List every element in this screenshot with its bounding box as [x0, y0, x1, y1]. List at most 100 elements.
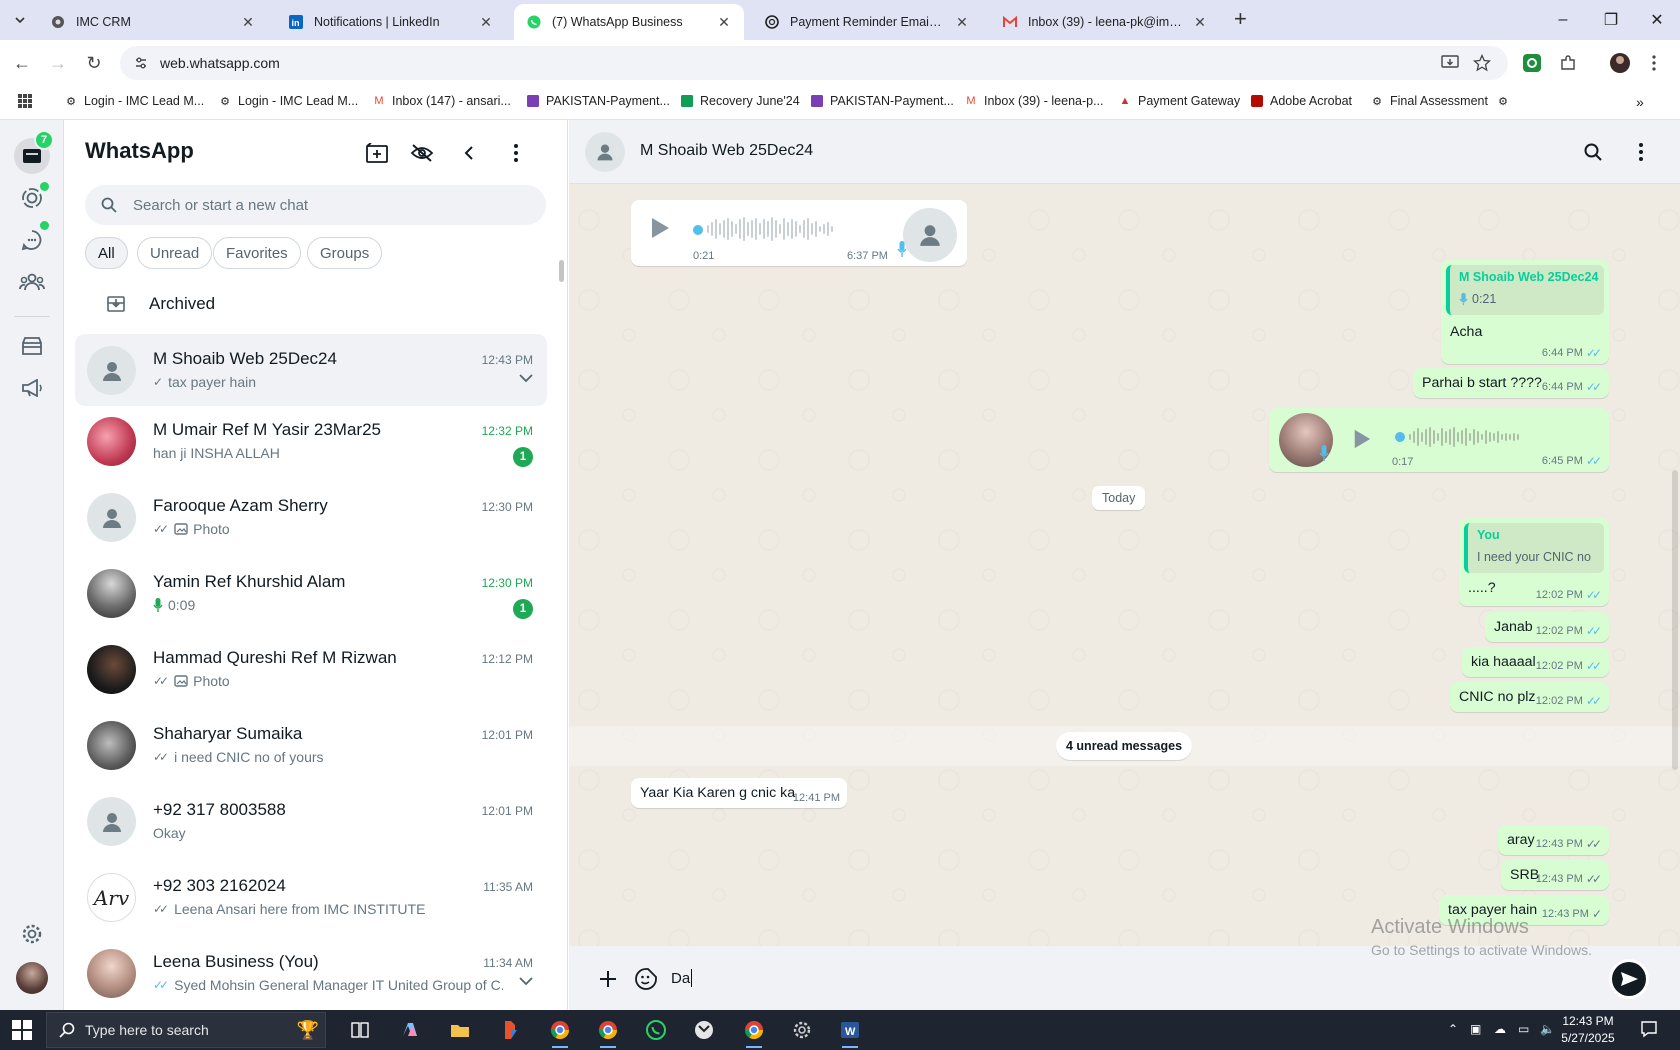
search-in-chat-icon[interactable]	[1581, 140, 1605, 164]
minimize-button[interactable]: –	[1540, 0, 1586, 40]
chat-row-92-317[interactable]: +92 317 8003588 12:01 PM Okay	[75, 785, 547, 857]
playback-knob[interactable]	[1395, 432, 1405, 442]
send-button[interactable]	[1609, 959, 1649, 999]
bookmark-item[interactable]: ⚙	[1496, 94, 1510, 108]
conversation-header[interactable]: M Shoaib Web 25Dec24	[569, 120, 1680, 184]
settings-nav-button[interactable]	[16, 918, 48, 950]
chrome-taskbar-icon[interactable]	[594, 1016, 622, 1048]
install-app-icon[interactable]	[1438, 51, 1462, 75]
communities-nav-button[interactable]	[16, 266, 48, 298]
default-avatar-icon[interactable]	[585, 132, 625, 172]
profile-avatar[interactable]	[16, 962, 48, 994]
copilot-icon[interactable]	[396, 1016, 424, 1044]
chat-row-yamin[interactable]: Yamin Ref Khurshid Alam 12:30 PM 0:09 1	[75, 557, 547, 629]
menu-button[interactable]	[503, 140, 529, 166]
bookmark-item[interactable]: ⚙ Login - IMC Lead M...	[218, 94, 358, 108]
back-button[interactable]: ←	[10, 51, 34, 75]
chat-row-92-303[interactable]: Arv +92 303 2162024 11:35 AM ✓✓ Leena Ans…	[75, 861, 547, 933]
chat-row-m-umair[interactable]: M Umair Ref M Yasir 23Mar25 12:32 PM han…	[75, 405, 547, 477]
bookmark-item[interactable]: PAKISTAN-Payment...	[526, 94, 670, 108]
close-tab-icon[interactable]: ✕	[954, 14, 970, 31]
chat-row-m-shoaib[interactable]: M Shoaib Web 25Dec24 12:43 PM ✓ tax payer…	[75, 334, 547, 406]
show-hidden-icons[interactable]: ⌃	[1448, 1022, 1458, 1036]
emoji-sticker-button[interactable]	[633, 966, 659, 992]
tab-whatsapp[interactable]: (7) WhatsApp Business ✕	[514, 4, 744, 40]
message-input[interactable]: Da	[661, 958, 1581, 998]
advertise-nav-button[interactable]	[16, 372, 48, 404]
chat-row-shaharyar[interactable]: Shaharyar Sumaika 12:01 PM ✓✓ i need CNIC…	[75, 709, 547, 781]
app-icon[interactable]	[496, 1016, 524, 1044]
kebab-menu-icon[interactable]	[1629, 140, 1653, 164]
forward-button[interactable]: →	[46, 51, 70, 75]
apps-grid-icon[interactable]	[18, 94, 32, 108]
search-input[interactable]: Search or start a new chat	[85, 185, 546, 225]
onedrive-cloud-icon[interactable]: ☁	[1494, 1022, 1506, 1036]
close-tab-icon[interactable]: ✕	[716, 14, 732, 31]
new-tab-button[interactable]: +	[1234, 8, 1247, 30]
filter-groups[interactable]: Groups	[307, 237, 383, 269]
windows-start-button[interactable]	[12, 1020, 32, 1040]
close-tab-icon[interactable]: ✕	[478, 14, 494, 31]
address-bar[interactable]: web.whatsapp.com	[120, 46, 1508, 80]
conversation-scrollbar[interactable]	[1672, 470, 1678, 770]
close-window-button[interactable]: ✕	[1634, 0, 1680, 40]
new-chat-button[interactable]	[364, 140, 390, 166]
extensions-puzzle-icon[interactable]	[1556, 51, 1580, 75]
tab-linkedin[interactable]: in Notifications | LinkedIn ✕	[276, 4, 506, 40]
chat-row-farooque[interactable]: Farooque Azam Sherry 12:30 PM ✓✓ Photo	[75, 481, 547, 553]
quoted-message[interactable]: M Shoaib Web 25Dec24 0:21	[1446, 265, 1604, 315]
reload-button[interactable]: ↻	[82, 51, 106, 75]
catalog-nav-button[interactable]	[16, 330, 48, 362]
settings-taskbar-icon[interactable]	[788, 1016, 816, 1044]
task-view-icon[interactable]	[346, 1016, 374, 1044]
bookmark-star-icon[interactable]	[1470, 51, 1494, 75]
profile-avatar[interactable]	[1608, 51, 1632, 75]
playback-knob[interactable]	[693, 225, 703, 235]
collapse-button[interactable]	[456, 140, 482, 166]
tab-gmail-inbox[interactable]: Inbox (39) - leena-pk@imccertifi ✕	[990, 4, 1220, 40]
bookmark-item[interactable]: ⚙ Login - IMC Lead M...	[64, 94, 204, 108]
more-bookmarks-icon[interactable]: »	[1636, 94, 1644, 110]
chrome-menu-icon[interactable]	[1642, 51, 1666, 75]
site-info-icon[interactable]	[134, 56, 148, 70]
filter-unread[interactable]: Unread	[137, 237, 213, 269]
bookmark-item[interactable]: ▲ Payment Gateway	[1118, 94, 1241, 108]
file-explorer-icon[interactable]	[446, 1016, 474, 1044]
hide-unread-button[interactable]	[409, 140, 435, 166]
network-icon[interactable]: ▭	[1518, 1022, 1529, 1036]
app-icon[interactable]	[690, 1016, 718, 1044]
chevron-down-icon[interactable]	[519, 977, 533, 986]
bookmark-item[interactable]: Recovery June'24	[680, 94, 800, 108]
audio-waveform[interactable]	[707, 216, 833, 242]
chat-row-leena-business[interactable]: Leena Business (You) 11:34 AM ✓✓ Syed Moh…	[75, 937, 547, 1009]
filter-favorites[interactable]: Favorites	[213, 237, 301, 269]
filter-all[interactable]: All	[85, 237, 128, 269]
bookmark-item[interactable]: M Inbox (39) - leena-p...	[964, 94, 1103, 108]
sidebar-scrollbar[interactable]	[559, 260, 564, 282]
tab-payment-reminder[interactable]: Payment Reminder Email Draft ✕	[752, 4, 982, 40]
tray-app-icon[interactable]: ▣	[1470, 1022, 1481, 1036]
play-button[interactable]	[649, 216, 671, 240]
attach-button[interactable]	[595, 966, 621, 992]
restore-button[interactable]: ❐	[1588, 0, 1634, 40]
play-button[interactable]	[1352, 428, 1372, 450]
tab-search-button[interactable]	[8, 8, 32, 32]
chrome-taskbar-icon[interactable]	[546, 1016, 574, 1048]
archived-row[interactable]: Archived	[85, 282, 546, 326]
whatsapp-taskbar-icon[interactable]	[642, 1016, 670, 1044]
extension-green-icon[interactable]	[1520, 51, 1544, 75]
taskbar-search-input[interactable]: Type here to search 🏆	[46, 1012, 326, 1048]
chrome-taskbar-icon[interactable]	[740, 1016, 768, 1048]
close-tab-icon[interactable]: ✕	[240, 14, 256, 31]
bookmark-item[interactable]: M Inbox (147) - ansari...	[372, 94, 510, 108]
bookmark-item[interactable]: PAKISTAN-Payment...	[810, 94, 954, 108]
notification-center-icon[interactable]	[1640, 1020, 1658, 1038]
bookmark-item[interactable]: Adobe Acrobat	[1250, 94, 1352, 108]
chevron-down-icon[interactable]	[519, 374, 533, 383]
bookmark-item[interactable]: ⚙ Final Assessment	[1370, 94, 1488, 108]
tab-imc-crm[interactable]: IMC CRM ✕	[38, 4, 268, 40]
close-tab-icon[interactable]: ✕	[1192, 14, 1208, 31]
taskbar-clock[interactable]: 12:43 PM 5/27/2025	[1548, 1013, 1628, 1047]
word-taskbar-icon[interactable]: W	[836, 1016, 864, 1048]
quoted-message[interactable]: You I need your CNIC no	[1464, 523, 1604, 573]
